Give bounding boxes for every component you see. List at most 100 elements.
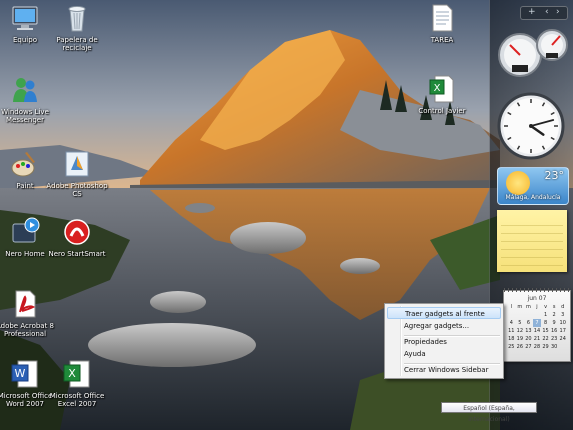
calendar-day [533, 311, 542, 319]
calendar-day[interactable]: 10 [558, 319, 567, 327]
recycle-bin-icon [68, 6, 86, 32]
menu-item-label: Ayuda [404, 350, 426, 358]
calendar-weekday: m [517, 304, 523, 310]
calendar-weekday: l [510, 304, 512, 310]
photoshop-icon [65, 151, 89, 177]
calendar-day [516, 311, 525, 319]
svg-text:W: W [15, 367, 26, 380]
desktop-icon-papelera[interactable]: Papelera de reciclaje [46, 2, 108, 52]
weather-gadget[interactable]: 23° Málaga, Andalucía [497, 167, 569, 205]
calendar-day[interactable]: 12 [516, 327, 525, 335]
desktop-icon-label: Control Javier [418, 107, 466, 115]
calendar-day[interactable]: 20 [524, 335, 533, 343]
menu-item-help[interactable]: Ayuda [387, 348, 501, 360]
messenger-icon [13, 78, 37, 102]
calendar-day[interactable]: 22 [541, 335, 550, 343]
calendar-day[interactable]: 4 [507, 319, 516, 327]
menu-item-label: Propiedades [404, 338, 447, 346]
previous-page-button[interactable]: ‹ [545, 7, 549, 18]
weather-location: Málaga, Andalucía [505, 194, 561, 201]
calendar-day[interactable]: 23 [550, 335, 559, 343]
notes-gadget[interactable] [497, 210, 567, 272]
clock-gadget[interactable] [497, 92, 565, 160]
svg-text:X: X [434, 83, 441, 94]
menu-item-label: Cerrar Windows Sidebar [404, 366, 489, 374]
calendar-day[interactable]: 28 [533, 343, 542, 351]
menu-item-bring-gadgets-front[interactable]: Traer gadgets al frente [387, 307, 501, 319]
calendar-day [558, 343, 567, 351]
word-icon: W [11, 360, 38, 388]
sidebar-controls: + ‹ › [520, 6, 568, 20]
desktop-icon-nero-startsmart[interactable]: Nero StartSmart [46, 216, 108, 258]
calendar-gadget[interactable]: jun 07 l m m j v s d 1 2 3 4 5 6 7 8 9 10 11 12 13 14 15 16 17 1… [503, 288, 571, 362]
menu-item-label: Agregar gadgets... [404, 322, 470, 330]
calendar-day[interactable]: 9 [550, 319, 559, 327]
add-gadget-button[interactable]: + [528, 7, 536, 18]
calendar-weekday: v [544, 304, 548, 310]
acrobat-icon [15, 290, 36, 318]
desktop-icon-label: Adobe Photoshop CS [46, 182, 108, 198]
computer-icon [12, 6, 38, 30]
calendar-day[interactable]: 13 [524, 327, 533, 335]
calendar-day[interactable]: 17 [558, 327, 567, 335]
desktop-icon-tarea[interactable]: TAREA [411, 2, 473, 44]
desktop-icon-acrobat[interactable]: Adobe Acrobat 8 Professional [0, 288, 56, 338]
cpu-meter-gadget[interactable] [496, 27, 570, 79]
desktop-icon-label: Papelera de reciclaje [56, 36, 98, 52]
sun-icon [506, 171, 530, 195]
calendar-day[interactable]: 6 [524, 319, 533, 327]
calendar-day[interactable]: 29 [541, 343, 550, 351]
weather-temperature: 23° [544, 169, 565, 182]
calendar-day[interactable]: 19 [516, 335, 525, 343]
svg-text:X: X [68, 367, 76, 380]
calendar-day[interactable]: 27 [524, 343, 533, 351]
menu-item-label: Traer gadgets al frente [405, 310, 485, 318]
calendar-day[interactable]: 15 [541, 327, 550, 335]
language-tooltip: Español (España, internacional) [441, 402, 537, 423]
calendar-weekday: d [561, 304, 565, 310]
calendar-day[interactable]: 2 [550, 311, 559, 319]
calendar-day[interactable]: 26 [516, 343, 525, 351]
desktop-icon-messenger[interactable]: Windows Live Messenger [0, 74, 56, 124]
desktop-icon-label: Windows Live Messenger [1, 108, 49, 124]
calendar-day[interactable]: 14 [533, 327, 542, 335]
menu-item-properties[interactable]: Propiedades [387, 336, 501, 348]
calendar-day[interactable]: 25 [507, 343, 516, 351]
menu-item-close-sidebar[interactable]: Cerrar Windows Sidebar [387, 364, 501, 376]
calendar-day[interactable]: 1 [541, 311, 550, 319]
desktop-icon-label: Adobe Acrobat 8 Professional [0, 322, 55, 338]
note-lines [501, 218, 563, 268]
calendar-day[interactable]: 30 [550, 343, 559, 351]
sidebar-context-menu: Traer gadgets al frente Agregar gadgets.… [384, 303, 504, 379]
desktop-icon-control-javier[interactable]: X Control Javier [411, 73, 473, 115]
calendar-day[interactable]: 16 [550, 327, 559, 335]
calendar-day [524, 311, 533, 319]
calendar-day[interactable]: 24 [558, 335, 567, 343]
calendar-weekday: s [552, 304, 556, 310]
excel-icon: X [63, 360, 90, 388]
calendar-grid: l m m j v s d 1 2 3 4 5 6 7 8 9 10 11 12 13 14 15 16 17 18 19 20 21… [507, 303, 567, 351]
calendar-day[interactable]: 21 [533, 335, 542, 343]
calendar-day[interactable]: 5 [516, 319, 525, 327]
paint-icon [11, 152, 35, 177]
calendar-day[interactable]: 7 [532, 319, 542, 327]
calendar-day [507, 311, 516, 319]
desktop-icon-label: Nero StartSmart [48, 250, 106, 258]
calendar-day[interactable]: 18 [507, 335, 516, 343]
excel-file-icon: X [429, 75, 454, 103]
calendar-weekday: j [536, 304, 538, 310]
calendar-day[interactable]: 8 [541, 319, 550, 327]
calendar-month: jun 07 [527, 295, 547, 302]
desktop[interactable]: Equipo Papelera de reciclaje TAREA Windo… [0, 0, 573, 430]
nero-home-icon [12, 217, 40, 243]
desktop-icon-label: Microsoft Office Excel 2007 [49, 392, 105, 408]
calendar-day[interactable]: 3 [558, 311, 567, 319]
menu-item-add-gadgets[interactable]: Agregar gadgets... [387, 320, 501, 332]
desktop-icon-label: TAREA [430, 36, 454, 44]
calendar-day[interactable]: 11 [507, 327, 516, 335]
calendar-rings [504, 288, 570, 292]
next-page-button[interactable]: › [556, 7, 560, 18]
calendar-weekday: m [525, 304, 531, 310]
desktop-icon-photoshop[interactable]: Adobe Photoshop CS [46, 148, 108, 198]
desktop-icon-excel[interactable]: X Microsoft Office Excel 2007 [46, 358, 108, 408]
